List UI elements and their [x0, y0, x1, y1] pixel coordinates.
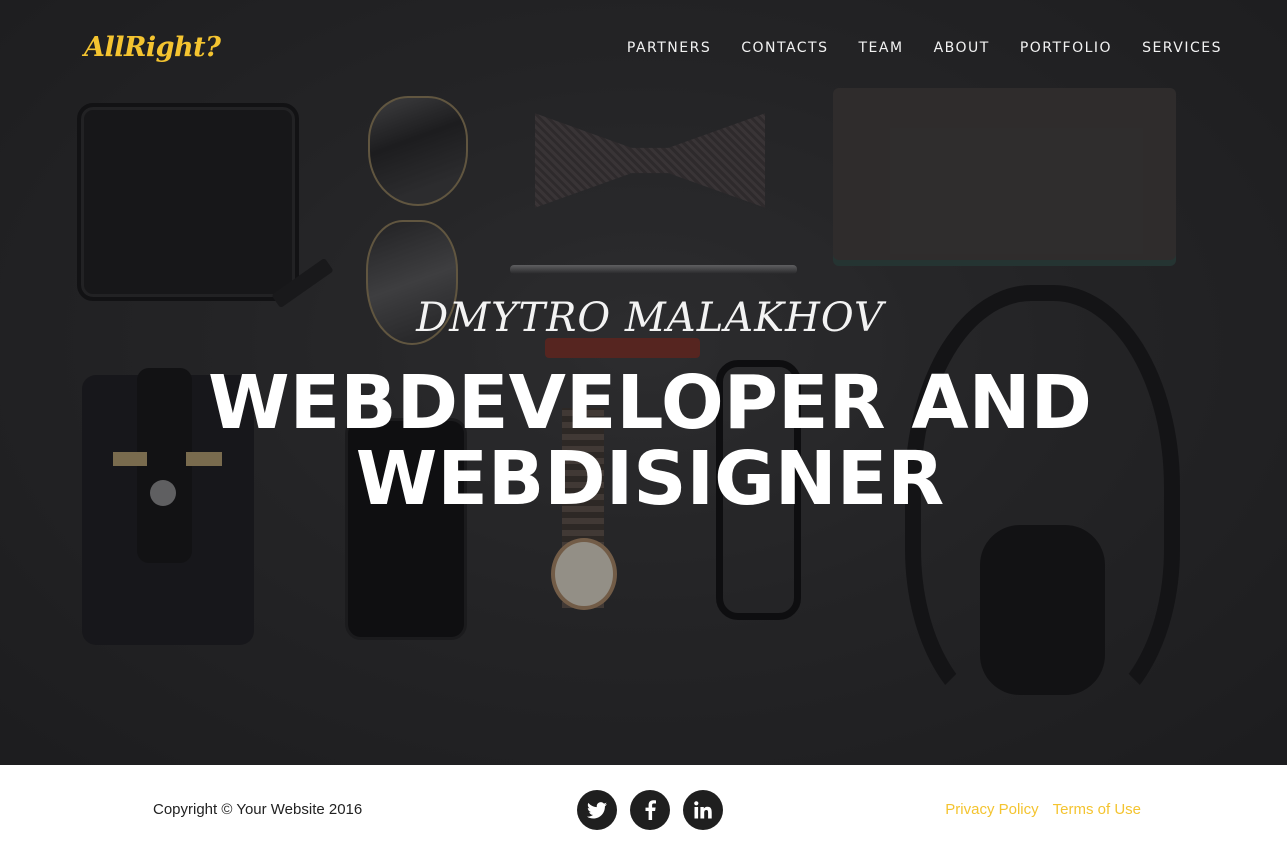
twitter-icon — [587, 801, 607, 818]
linkedin-button[interactable] — [683, 790, 723, 830]
hero-section: AllRight? PARTNERS CONTACTS TEAM ABOUT P… — [0, 0, 1287, 765]
footer-links: Privacy Policy Terms of Use — [945, 801, 1141, 818]
hero-headline-line: WEBDEVELOPER AND — [208, 360, 1092, 446]
nav-item-about[interactable]: ABOUT — [934, 40, 990, 56]
privacy-policy-link[interactable]: Privacy Policy — [945, 801, 1038, 818]
hero-headline: WEBDEVELOPER AND WEBDISIGNER — [0, 365, 1287, 517]
nav-item-partners[interactable]: PARTNERS — [627, 40, 711, 56]
nav-item-team[interactable]: TEAM — [859, 40, 904, 56]
hero-subtitle: DMYTRO MALAKHOV — [416, 295, 884, 341]
linkedin-icon — [694, 801, 712, 819]
facebook-icon — [645, 800, 656, 820]
hero-headline-line: WEBDISIGNER — [355, 436, 945, 522]
facebook-button[interactable] — [630, 790, 670, 830]
nav-item-contacts[interactable]: CONTACTS — [741, 40, 828, 56]
nav-item-portfolio[interactable]: PORTFOLIO — [1020, 40, 1112, 56]
twitter-button[interactable] — [577, 790, 617, 830]
terms-of-use-link[interactable]: Terms of Use — [1053, 801, 1141, 818]
social-links — [577, 790, 723, 830]
site-footer: Copyright © Your Website 2016 Privacy Po… — [0, 765, 1287, 855]
main-nav: PARTNERS CONTACTS TEAM ABOUT PORTFOLIO S… — [597, 40, 1222, 56]
site-logo[interactable]: AllRight? — [84, 32, 221, 63]
copyright-text: Copyright © Your Website 2016 — [153, 801, 363, 818]
nav-item-services[interactable]: SERVICES — [1142, 40, 1222, 56]
